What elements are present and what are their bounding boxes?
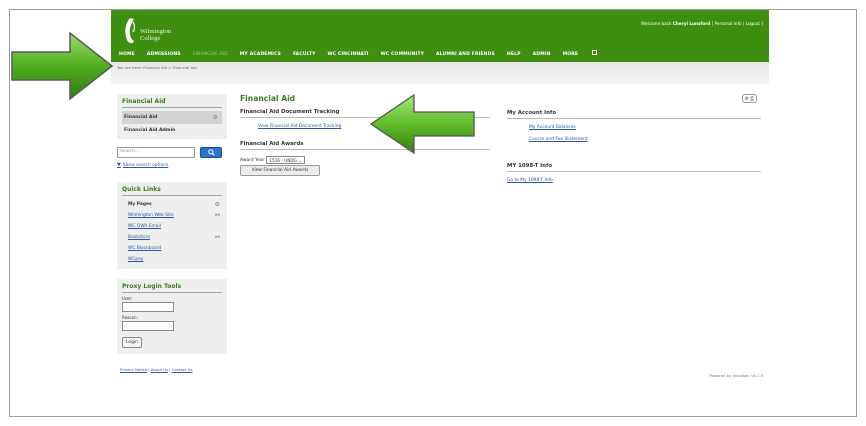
- user-field[interactable]: [122, 302, 174, 312]
- sidebar-item-label: Financial Aid Admin: [124, 128, 176, 133]
- view-awards-button[interactable]: View Financial Aid Awards: [240, 165, 320, 176]
- search-area: Search... ▼ Show search options: [117, 139, 227, 172]
- quick-link-item[interactable]: My Pages ⚙: [122, 199, 222, 210]
- chevron-down-icon: ⌄: [298, 157, 303, 163]
- user-name: Cheryl Lunsford: [672, 21, 711, 26]
- gear-icon[interactable]: ⚙: [215, 201, 220, 208]
- quick-link-label: Bookstore: [128, 235, 151, 240]
- fa-menu-title: Financial Aid: [122, 98, 222, 108]
- user-label: User:: [122, 296, 133, 301]
- nav-item-faculty[interactable]: FACULTY: [293, 50, 316, 60]
- quick-link-label: My Pages: [128, 202, 152, 207]
- dropdown-box-icon[interactable]: [592, 50, 598, 55]
- search-icon: [207, 149, 215, 156]
- footer-links: Privacy Notice | About Us | Contact Us: [120, 367, 193, 372]
- quick-link-label: WC OWA Email: [128, 224, 161, 229]
- right-column: ⚙ ⎙ My Account Info My Account Balances …: [507, 94, 761, 190]
- login-button[interactable]: Login: [122, 337, 142, 348]
- college-logo[interactable]: Wilmington College: [122, 16, 171, 46]
- quick-link-item[interactable]: WC Blackboard: [122, 243, 222, 254]
- award-year-row: Award Year 1516 - UNDG ⌄: [240, 156, 490, 164]
- nav-item-admin[interactable]: ADMIN: [533, 50, 551, 60]
- course-fee-statement-link[interactable]: Course and Fee Statement: [529, 137, 761, 142]
- link-icon[interactable]: ⚯: [215, 234, 220, 241]
- quick-link-item[interactable]: WC OWA Email: [122, 221, 222, 232]
- powered-by: Powered by Jenzabar. v6.1.0: [709, 373, 763, 378]
- link-icon[interactable]: ⚯: [215, 212, 220, 219]
- print-icon[interactable]: ⎙: [750, 96, 754, 102]
- nav-item-financial-aid[interactable]: FINANCIAL AID: [193, 50, 228, 60]
- portal-page: Wilmington College Welcome back Cheryl L…: [111, 10, 769, 415]
- contact-link[interactable]: Contact Us: [172, 367, 193, 372]
- logo-line-1: Wilmington: [140, 28, 172, 35]
- logo-line-2: College: [140, 35, 161, 42]
- nav-item-alumni-and-friends[interactable]: ALUMNI AND FRIENDS: [436, 50, 495, 60]
- settings-icon[interactable]: ⚙: [745, 96, 749, 102]
- sidebar-item-label: Financial Aid: [124, 115, 158, 120]
- proxy-login-title: Proxy Login Tools: [122, 283, 222, 293]
- about-link[interactable]: About Us: [151, 367, 168, 372]
- logo-text: Wilmington College: [140, 28, 171, 42]
- sidebar-item-financial-aid[interactable]: Financial Aid ⚙: [122, 111, 222, 124]
- sidebar-item-financial-aid-admin[interactable]: Financial Aid Admin: [122, 124, 222, 137]
- financial-aid-menu: Financial Aid Financial Aid ⚙ Financial …: [117, 94, 227, 139]
- portlet-controls: ⚙ ⎙: [741, 94, 757, 103]
- award-year-value: 1516 - UNDG: [269, 157, 297, 163]
- show-search-options-link[interactable]: ▼ Show search options: [117, 162, 227, 168]
- nav-item-more[interactable]: MORE: [563, 50, 579, 60]
- award-year-label: Award Year: [240, 157, 265, 163]
- quick-links-box: Quick Links My Pages ⚙ Wilmington Web Site…: [117, 182, 227, 269]
- nav-item-wc-cincinnati[interactable]: WC CINCINNATI: [328, 50, 369, 60]
- main-nav: HOME ADMISSIONS FINANCIAL AID MY ACADEMICS F…: [119, 50, 598, 60]
- account-links[interactable]: [ Personal Info | Logout ]: [712, 21, 763, 26]
- nav-item-wc-community[interactable]: WC COMMUNITY: [381, 50, 424, 60]
- logo-mark-icon: [122, 16, 136, 46]
- quick-link-label: Wilmington Web Site: [128, 213, 174, 218]
- nav-item-help[interactable]: HELP: [507, 50, 521, 60]
- quick-link-item[interactable]: WCpay: [122, 254, 222, 265]
- proxy-login-box: Proxy Login Tools User: Reason: Login: [117, 279, 227, 354]
- nav-item-my-academics[interactable]: MY ACADEMICS: [240, 50, 281, 60]
- reason-field[interactable]: [122, 321, 174, 331]
- t1098-link[interactable]: Go to My 1098-T Info: [507, 178, 761, 183]
- welcome-prefix: Welcome back: [641, 21, 672, 26]
- privacy-link[interactable]: Privacy Notice: [120, 367, 147, 372]
- nav-item-admissions[interactable]: ADMISSIONS: [147, 50, 181, 60]
- quick-link-label: WC Blackboard: [128, 246, 162, 251]
- quick-link-item[interactable]: Bookstore ⚯: [122, 232, 222, 243]
- quick-link-label: WCpay: [128, 257, 144, 262]
- quick-links-title: Quick Links: [122, 186, 222, 196]
- search-button[interactable]: [200, 147, 222, 158]
- t1098-heading: MY 1098-T Info: [507, 163, 761, 172]
- account-balances-link[interactable]: My Account Balances: [529, 125, 761, 130]
- triangle-down-icon: ▼: [117, 162, 121, 168]
- show-search-options-label: Show search options: [122, 163, 169, 168]
- left-arrow-annotation: [11, 31, 114, 101]
- top-header: Wilmington College Welcome back Cheryl L…: [111, 10, 769, 62]
- breadcrumb: You are here: Financial Aid > Financial …: [117, 65, 197, 70]
- breadcrumb-bar: You are here: Financial Aid > Financial …: [111, 62, 769, 84]
- right-arrow-annotation: [369, 93, 475, 155]
- search-input[interactable]: Search...: [117, 147, 195, 158]
- award-year-select[interactable]: 1516 - UNDG ⌄: [266, 156, 306, 164]
- account-info-heading: My Account Info: [507, 110, 761, 119]
- reason-label: Reason:: [122, 315, 138, 320]
- quick-link-item[interactable]: Wilmington Web Site ⚯: [122, 210, 222, 221]
- welcome-message: Welcome back Cheryl Lunsford [ Personal …: [641, 21, 763, 26]
- gear-icon[interactable]: ⚙: [213, 114, 218, 121]
- sidebar: Financial Aid Financial Aid ⚙ Financial …: [117, 94, 227, 354]
- nav-item-home[interactable]: HOME: [119, 50, 135, 60]
